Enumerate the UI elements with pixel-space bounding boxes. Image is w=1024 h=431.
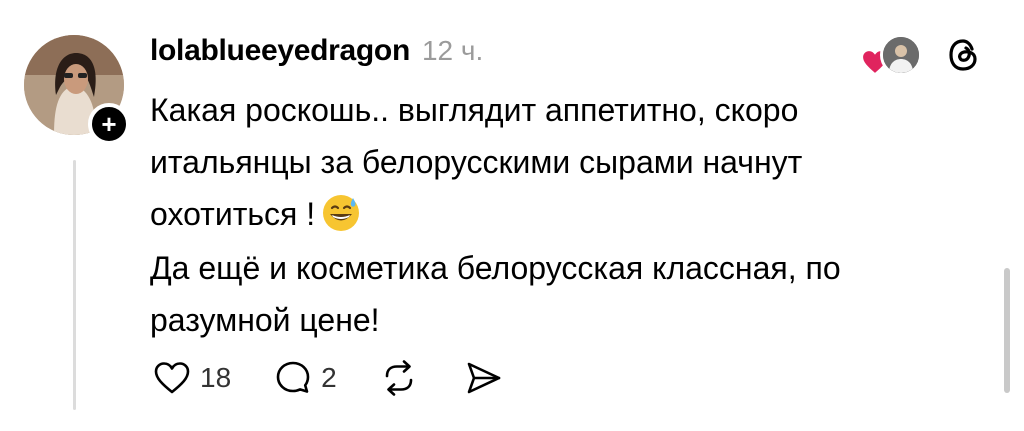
like-button[interactable]: 18 [150, 356, 231, 400]
post-text-paragraph: Да ещё и косметика белорусская классная,… [150, 250, 841, 338]
liked-by-author[interactable] [862, 34, 922, 76]
post-body: Какая роскошь.. выглядит аппетитно, скор… [150, 84, 930, 346]
repost-icon [385, 360, 413, 396]
share-button[interactable] [461, 356, 505, 400]
plus-icon: + [101, 109, 117, 139]
post-text: Какая роскошь.. выглядит аппетитно, скор… [150, 92, 803, 232]
post-time: 12 ч. [421, 35, 484, 66]
reply-button[interactable]: 2 [271, 356, 337, 400]
follow-button[interactable]: + [88, 103, 130, 145]
author-avatar-container[interactable]: + [24, 35, 130, 145]
username[interactable]: lolablueeyedragon [150, 34, 410, 68]
heart-outline-icon [154, 362, 190, 394]
repost-button[interactable] [377, 356, 421, 400]
thread-line [73, 160, 76, 410]
scrollbar[interactable] [1004, 268, 1010, 393]
threads-reply-view: + lolablueeyedragon 12 ч. Какая роскошь.… [0, 0, 1024, 431]
like-count: 18 [200, 362, 232, 393]
send-icon [467, 362, 501, 394]
threads-logo-icon[interactable] [944, 35, 984, 75]
grinning-face-with-sweat-icon [323, 195, 360, 231]
liker-avatar [880, 34, 922, 76]
action-bar: 18 2 [150, 356, 545, 400]
post-header: lolablueeyedragon 12 ч. [150, 34, 483, 68]
reply-count: 2 [321, 362, 337, 393]
header-actions [862, 34, 984, 76]
comment-icon [276, 361, 310, 393]
post-text-paragraph: Какая роскошь.. выглядит аппетитно, скор… [150, 84, 930, 240]
